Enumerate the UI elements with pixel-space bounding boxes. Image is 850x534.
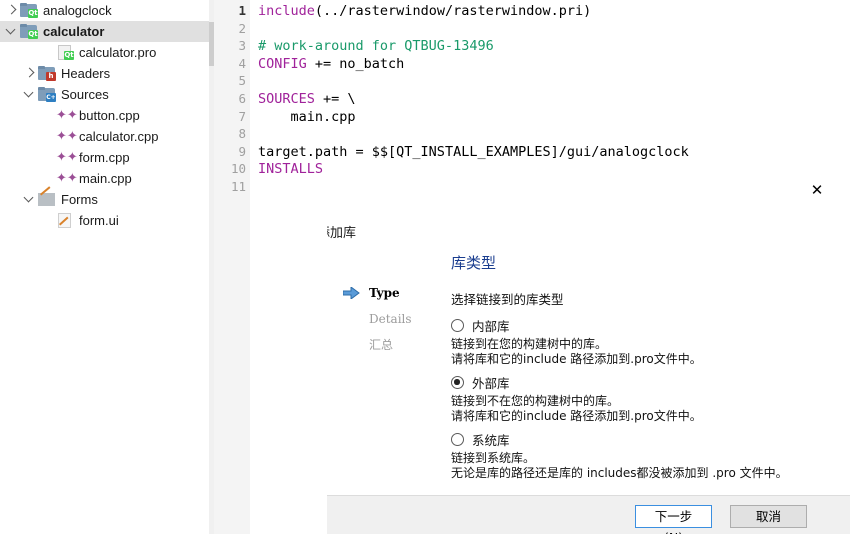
tree-item-label: calculator.pro: [79, 45, 157, 60]
tree-twisty-placeholder: [40, 147, 56, 168]
radio-button-icon[interactable]: [451, 319, 464, 332]
line-number: 6: [238, 91, 246, 106]
cpp-source-icon: ✦✦: [56, 171, 78, 186]
code-line: INSTALLS: [258, 161, 324, 178]
code-line: CONFIG += no_batch: [258, 55, 405, 72]
cpp-source-icon: ✦✦: [56, 108, 78, 123]
tree-item-headers[interactable]: h Headers: [0, 63, 209, 84]
dialog-titlebar: ✕: [327, 170, 850, 212]
code-line: # work-around for QTBUG-13496: [258, 38, 494, 55]
dialog-button-bar: 下一步(N) 取消: [327, 495, 850, 534]
ui-file-icon: [56, 213, 74, 228]
next-button[interactable]: 下一步(N): [635, 505, 712, 534]
chevron-down-icon[interactable]: [22, 189, 38, 210]
tree-item-label: calculator: [43, 24, 105, 39]
code-line: main.cpp: [258, 108, 356, 125]
radio-option[interactable]: 系统库: [451, 430, 841, 449]
tree-item-label: form.ui: [79, 213, 119, 228]
tree-item-form-ui[interactable]: form.ui: [0, 210, 209, 231]
wizard-step-active: Type: [341, 280, 441, 306]
editor-line-number-gutter: 1 2 3 4 5 6 7 8 9 10 11: [214, 0, 250, 534]
wizard-page-body: 库类型 选择链接到的库类型 内部库 链接到在您的构建树中的库。 请将库和它的incl…: [451, 252, 841, 487]
line-number: 9: [238, 143, 246, 159]
library-type-radio-group[interactable]: 内部库 链接到在您的构建树中的库。 请将库和它的include 路径添加到.pro文…: [451, 316, 841, 481]
radio-option-description: 请将库和它的include 路径添加到.pro文件中。: [451, 352, 702, 366]
line-number: 5: [238, 73, 246, 89]
qt-project-file-icon: Qt: [56, 45, 74, 60]
code-line: target.path = $$[QT_INSTALL_EXAMPLES]/gu…: [258, 143, 689, 160]
line-number: 8: [238, 126, 246, 142]
radio-button-icon[interactable]: [451, 433, 464, 446]
cpp-source-icon: ✦✦: [56, 150, 78, 165]
line-number: 7: [238, 108, 246, 124]
line-number: 10: [230, 161, 246, 177]
qt-folder-icon: Qt: [20, 3, 38, 18]
sources-folder-icon: C+: [38, 87, 56, 102]
cancel-button[interactable]: 取消: [730, 505, 807, 528]
code-line: SOURCES += \: [258, 91, 356, 107]
wizard-step-label: Details: [369, 312, 412, 326]
tree-item-label: Sources: [61, 87, 109, 102]
radio-option[interactable]: 内部库: [451, 316, 841, 335]
radio-option-label: 外部库: [472, 376, 510, 391]
tree-item-forms[interactable]: Forms: [0, 189, 209, 210]
line-number: 2: [238, 20, 246, 36]
qt-folder-icon: Qt: [20, 24, 38, 39]
code-line: include(../rasterwindow/rasterwindow.pri…: [258, 3, 592, 19]
tree-twisty-placeholder: [40, 210, 56, 231]
radio-option-description: 链接到在您的构建树中的库。: [451, 337, 608, 351]
tree-item-sources[interactable]: C+ Sources: [0, 84, 209, 105]
radio-option-description: 链接到系统库。: [451, 451, 536, 465]
tree-item-label: main.cpp: [79, 171, 132, 186]
line-number: 11: [230, 179, 246, 194]
project-tree-pane[interactable]: Qt analogclock Qt calculator Qt calculator.pr…: [0, 0, 209, 534]
tree-item-analogclock[interactable]: Qt analogclock: [0, 0, 209, 21]
close-icon[interactable]: ✕: [810, 183, 824, 198]
radio-option-label: 系统库: [472, 433, 510, 448]
tree-twisty-placeholder: [40, 105, 56, 126]
chevron-right-icon[interactable]: [22, 63, 38, 84]
line-number: 1: [238, 3, 246, 18]
wizard-step-label: Type: [369, 286, 400, 300]
tree-item-main-cpp[interactable]: ✦✦ main.cpp: [0, 168, 209, 189]
headers-folder-icon: h: [38, 66, 56, 81]
tree-item-calculator[interactable]: Qt calculator: [0, 21, 209, 42]
tree-item-label: form.cpp: [79, 150, 130, 165]
radio-option-description: 无论是库的路径还是库的 includes都没被添加到 .pro 文件中。: [451, 466, 788, 480]
dialog-caption: 添加库: [327, 226, 357, 241]
chevron-down-icon[interactable]: [4, 21, 20, 42]
radio-option[interactable]: 外部库: [451, 373, 841, 392]
radio-option-description: 链接到不在您的构建树中的库。: [451, 394, 620, 408]
radio-option-description: 请将库和它的include 路径添加到.pro文件中。: [451, 409, 702, 423]
tree-item-button-cpp[interactable]: ✦✦ button.cpp: [0, 105, 209, 126]
add-library-dialog: ✕ 添加库 Type Details 汇总 库类型 选择链接到的库类型 内部库链接到…: [327, 170, 850, 534]
wizard-step-label: 汇总: [369, 338, 394, 352]
tree-item-label: button.cpp: [79, 108, 140, 123]
page-subtitle: 选择链接到的库类型: [451, 292, 564, 307]
wizard-step-inactive: 汇总: [341, 332, 441, 358]
page-title: 库类型: [451, 254, 497, 272]
tree-twisty-placeholder: [40, 42, 56, 63]
forms-folder-icon: [38, 192, 56, 207]
wizard-step-list: Type Details 汇总: [341, 280, 441, 358]
tree-item-form-cpp[interactable]: ✦✦ form.cpp: [0, 147, 209, 168]
tree-twisty-placeholder: [40, 126, 56, 147]
tree-item-calculator-pro[interactable]: Qt calculator.pro: [0, 42, 209, 63]
radio-option-label: 内部库: [472, 319, 510, 334]
tree-item-label: Forms: [61, 192, 98, 207]
tree-item-label: calculator.cpp: [79, 129, 159, 144]
chevron-right-icon[interactable]: [4, 0, 20, 21]
tree-item-label: analogclock: [43, 3, 112, 18]
line-number: 3: [238, 38, 246, 54]
tree-item-calculator-cpp[interactable]: ✦✦ calculator.cpp: [0, 126, 209, 147]
chevron-down-icon[interactable]: [22, 84, 38, 105]
wizard-step-inactive: Details: [341, 306, 441, 332]
cpp-source-icon: ✦✦: [56, 129, 78, 144]
line-number: 4: [238, 55, 246, 71]
tree-item-label: Headers: [61, 66, 111, 81]
radio-button-icon[interactable]: [451, 376, 464, 389]
